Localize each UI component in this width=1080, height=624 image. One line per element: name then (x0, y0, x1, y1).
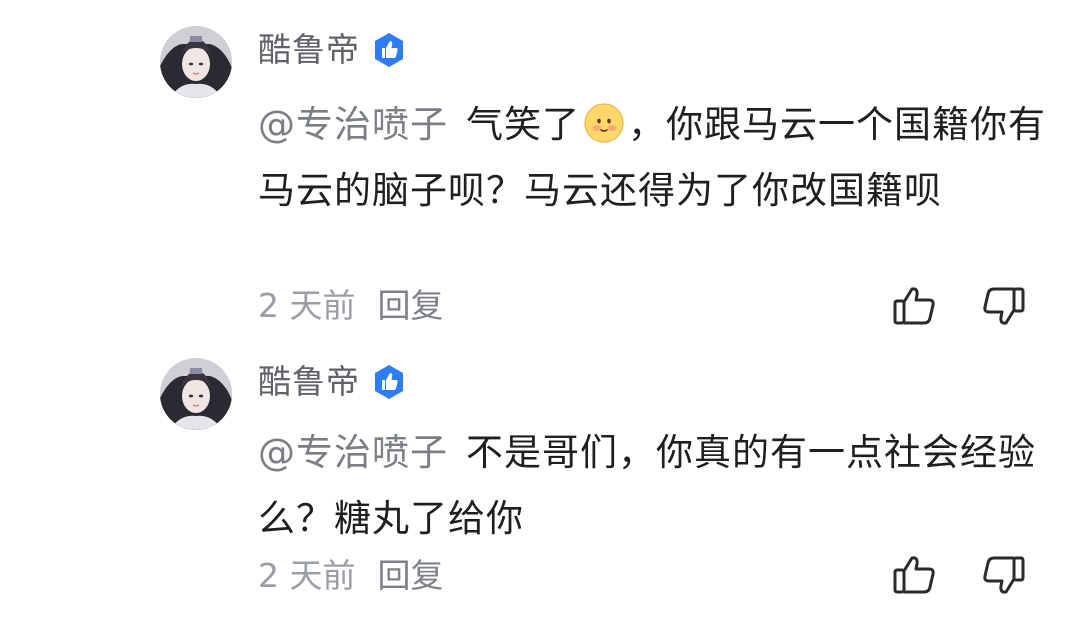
reply-button[interactable]: 回复 (378, 284, 444, 328)
thumbs-down-icon (983, 556, 1025, 594)
avatar[interactable] (160, 358, 232, 430)
thumbs-down-icon (983, 287, 1025, 325)
reply-button[interactable]: 回复 (378, 554, 444, 598)
timestamp: 2 天前 (258, 286, 356, 325)
avatar[interactable] (160, 26, 232, 98)
like-button[interactable] (890, 281, 940, 331)
thumbs-up-icon (893, 287, 935, 325)
smiling-face-emoji-icon (582, 101, 626, 145)
dislike-button[interactable] (978, 550, 1028, 600)
dislike-button[interactable] (978, 281, 1028, 331)
user-row: 酷鲁帝 (258, 28, 408, 72)
comment-item: 酷鲁帝 @专治喷子 气笑了 ，你跟马云一个国籍你有马云的脑子呗？马云还得为了你改国籍… (0, 0, 1080, 340)
comment-meta: 2 天前 回复 (258, 284, 444, 328)
comment-body: @专治喷子 气笑了 ，你跟马云一个国籍你有马云的脑子呗？马云还得为了你改国籍呗 (258, 92, 1048, 224)
verified-badge-icon (370, 363, 408, 401)
verified-badge-icon (370, 31, 408, 69)
timestamp: 2 天前 (258, 556, 356, 595)
comment-text: 气笑了 (466, 103, 580, 146)
username[interactable]: 酷鲁帝 (258, 28, 360, 72)
comment-thread: 酷鲁帝 @专治喷子 气笑了 ，你跟马云一个国籍你有马云的脑子呗？马云还得为了你改国籍… (0, 0, 1080, 624)
mention-link[interactable]: @专治喷子 (258, 431, 448, 474)
user-row: 酷鲁帝 (258, 360, 408, 404)
comment-meta: 2 天前 回复 (258, 554, 444, 598)
mention-link[interactable]: @专治喷子 (258, 103, 448, 146)
comment-body: @专治喷子 不是哥们，你真的有一点社会经验么？糖丸了给你 (258, 420, 1048, 552)
comment-item: 酷鲁帝 @专治喷子 不是哥们，你真的有一点社会经验么？糖丸了给你 2 天前 回复 (0, 340, 1080, 624)
like-button[interactable] (890, 550, 940, 600)
thumbs-up-icon (893, 556, 935, 594)
username[interactable]: 酷鲁帝 (258, 360, 360, 404)
